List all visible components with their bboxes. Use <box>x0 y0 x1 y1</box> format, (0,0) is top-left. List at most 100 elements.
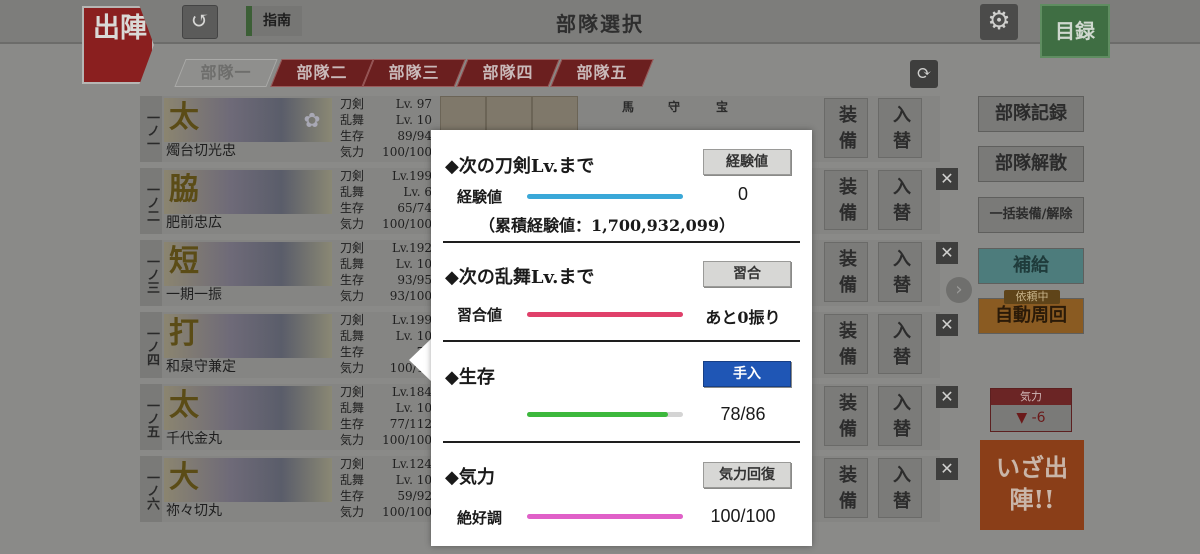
merge-value: あと0振り <box>705 308 781 327</box>
repair-button[interactable]: 手入 <box>703 361 791 387</box>
cumulative-exp: （累積経験値：1,700,932,099） <box>479 216 736 235</box>
divider <box>443 241 800 243</box>
divider <box>443 441 800 443</box>
popup-pointer <box>409 338 432 382</box>
sync-icon[interactable]: ⟳ <box>910 60 938 88</box>
tab-team-1[interactable]: 部隊一 <box>174 59 278 87</box>
sword-type-badge: 太 <box>169 388 199 423</box>
hp-bar <box>527 412 683 417</box>
remove-unit-icon[interactable]: ✕ <box>936 314 958 336</box>
request-badge: 依頼中 <box>1004 290 1060 304</box>
row-number: 一ノ四 <box>140 312 162 378</box>
tab-team-5[interactable]: 部隊五 <box>550 59 654 87</box>
team-disband-button[interactable]: 部隊解散 <box>978 146 1084 182</box>
merge-bar-fill <box>527 312 683 317</box>
guide-button[interactable]: 指南 <box>246 6 302 36</box>
unit-stats: 刀剣 Lv.184 乱舞 Lv. 10 生存 77/112 気力 100/100 <box>340 385 432 447</box>
supply-button[interactable]: 補給 <box>978 248 1084 284</box>
unit-detail-popup: ◆次の刀剣Lv.まで 経験値 経験値 0 （累積経験値：1,700,932,09… <box>431 130 812 546</box>
hp-bar-fill <box>527 412 669 417</box>
gear-icon[interactable]: ⚙ <box>980 4 1018 40</box>
unit-name: 一期一振 <box>166 287 222 303</box>
unit-stats: 刀剣 Lv.192 乱舞 Lv. 10 生存 93/95 気力 93/100 <box>340 241 432 303</box>
equip-button[interactable]: 装備 <box>824 98 868 158</box>
sword-type-badge: 大 <box>169 460 199 495</box>
equip-button[interactable]: 装備 <box>824 242 868 302</box>
chevron-right-icon[interactable]: › <box>946 277 972 303</box>
remove-unit-icon[interactable]: ✕ <box>936 386 958 408</box>
guard-slot-label: 守 <box>668 100 681 114</box>
merge-button[interactable]: 習合 <box>703 261 791 287</box>
row-number: 一ノ三 <box>140 240 162 306</box>
unit-stats: 刀剣 Lv.124 乱舞 Lv. 10 生存 59/92 気力 100/100 <box>340 457 432 519</box>
swap-button[interactable]: 入替 <box>878 170 922 230</box>
row-number: 一ノ五 <box>140 384 162 450</box>
exp-button[interactable]: 経験値 <box>703 149 791 175</box>
next-ranbu-title: ◆次の乱舞Lv.まで <box>445 267 595 288</box>
page-title: 部隊選択 <box>556 12 644 36</box>
swap-button[interactable]: 入替 <box>878 242 922 302</box>
swap-button[interactable]: 入替 <box>878 386 922 446</box>
morale-status-label: 絶好調 <box>457 509 503 527</box>
unit-stats: 刀剣 Lv.199 乱舞 Lv. 6 生存 65/74 気力 100/100 <box>340 169 432 231</box>
morale-recover-button[interactable]: 気力回復 <box>703 462 791 488</box>
team-morale-box: 気力 ▼ -6 <box>990 388 1072 432</box>
row-number: 一ノ六 <box>140 456 162 522</box>
exp-label: 経験値 <box>457 188 503 206</box>
tab-label: 部隊三 <box>388 63 440 82</box>
swap-button[interactable]: 入替 <box>878 458 922 518</box>
tab-label: 部隊一 <box>200 63 252 82</box>
divider <box>443 340 800 342</box>
horse-slot-label: 馬 <box>622 100 635 114</box>
tab-label: 部隊二 <box>296 63 348 82</box>
hp-value: 78/86 <box>720 404 766 424</box>
sakura-icon: ✿ <box>303 108 321 132</box>
morale-bar-fill <box>527 514 683 519</box>
sword-type-badge: 脇 <box>169 172 199 207</box>
sword-type-badge: 太 <box>169 100 199 135</box>
equip-button[interactable]: 装備 <box>824 170 868 230</box>
merge-bar <box>527 312 683 317</box>
exp-value: 0 <box>737 184 748 204</box>
catalog-button[interactable]: 目録 <box>1040 4 1110 58</box>
unit-name: 和泉守兼定 <box>166 359 236 375</box>
remove-unit-icon[interactable]: ✕ <box>936 458 958 480</box>
equip-button[interactable]: 装備 <box>824 314 868 374</box>
tab-team-3[interactable]: 部隊三 <box>362 59 466 87</box>
row-number: 一ノ二 <box>140 168 162 234</box>
sword-type-badge: 打 <box>169 316 199 351</box>
merge-label: 習合値 <box>457 306 503 324</box>
next-level-title: ◆次の刀剣Lv.まで <box>445 156 595 177</box>
sortie-banner: 出陣 <box>82 6 154 84</box>
tab-label: 部隊五 <box>576 63 628 82</box>
morale-label: 気力 <box>991 389 1071 405</box>
sword-type-badge: 短 <box>169 244 199 279</box>
tab-team-4[interactable]: 部隊四 <box>456 59 560 87</box>
remove-unit-icon[interactable]: ✕ <box>936 242 958 264</box>
equip-button[interactable]: 装備 <box>824 386 868 446</box>
remove-unit-icon[interactable]: ✕ <box>936 168 958 190</box>
treasure-slot-label: 宝 <box>716 100 729 114</box>
unit-name: 千代金丸 <box>166 431 222 447</box>
unit-name: 肥前忠広 <box>166 215 222 231</box>
team-record-button[interactable]: 部隊記録 <box>978 96 1084 132</box>
swap-button[interactable]: 入替 <box>878 314 922 374</box>
equip-button[interactable]: 装備 <box>824 458 868 518</box>
morale-title: ◆気力 <box>445 467 495 488</box>
tab-label: 部隊四 <box>482 63 534 82</box>
unit-stats: 刀剣 Lv. 97 乱舞 Lv. 10 生存 89/94 気力 100/100 <box>340 97 432 159</box>
tab-team-2[interactable]: 部隊二 <box>270 59 374 87</box>
row-number: 一ノ一 <box>140 96 162 162</box>
exp-bar <box>527 194 683 199</box>
back-icon[interactable]: ↺ <box>182 5 218 39</box>
exp-bar-fill <box>527 194 683 199</box>
sortie-go-button[interactable]: いざ出陣!! <box>980 440 1084 530</box>
morale-bar <box>527 514 683 519</box>
unit-name: 祢々切丸 <box>166 503 222 519</box>
hp-title: ◆生存 <box>445 367 495 388</box>
unit-name: 燭台切光忠 <box>166 143 236 159</box>
morale-value: ▼ -6 <box>1016 410 1046 426</box>
swap-button[interactable]: 入替 <box>878 98 922 158</box>
bulk-equip-button[interactable]: 一括装備/解除 <box>978 197 1084 233</box>
morale-value-popup: 100/100 <box>710 506 776 526</box>
